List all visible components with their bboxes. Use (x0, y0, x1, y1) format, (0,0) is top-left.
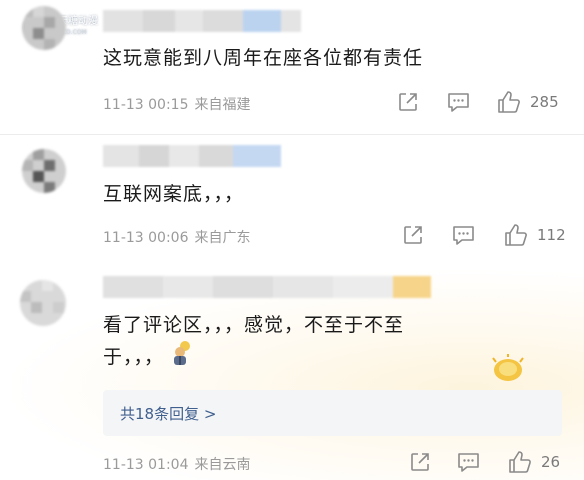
like-count: 26 (541, 453, 561, 471)
comment-location: 来自云南 (194, 457, 251, 473)
avatar[interactable] (20, 280, 66, 326)
username-blurred[interactable] (103, 145, 281, 167)
comment-location: 来自广东 (194, 230, 251, 246)
comment-date: 11-13 00:15 (103, 97, 189, 113)
comment-location: 来自福建 (194, 97, 251, 113)
view-replies-link[interactable]: 共18条回复 > (103, 390, 562, 436)
comment-item: 这玩意能到八周年在座各位都有责任 11-13 00:15 来自福建 285 (0, 0, 584, 135)
comment-text-line: 于，，， (103, 340, 404, 375)
comment-meta: 11-13 00:06 来自广东 (103, 227, 250, 247)
comment-date: 11-13 00:06 (103, 230, 189, 246)
share-icon[interactable] (409, 451, 431, 473)
like-button[interactable]: 26 (507, 449, 560, 475)
comment-icon[interactable] (457, 452, 480, 473)
comment-icon[interactable] (447, 92, 470, 113)
comment-item: 看了评论区，，，感觉，不至于不至 于，，， 共18条回复 > 11-13 01:… (0, 268, 584, 480)
comment-text: 互联网案底，，， (103, 183, 245, 205)
thumbs-up-icon (496, 89, 522, 115)
like-count: 112 (537, 226, 566, 244)
like-button[interactable]: 285 (496, 89, 559, 115)
comment-meta: 11-13 01:04 来自云南 (103, 454, 250, 474)
thumbs-up-icon (503, 222, 529, 248)
avatar[interactable] (22, 149, 66, 193)
emoji-icon (170, 340, 194, 375)
comment-icon[interactable] (452, 225, 475, 246)
like-button[interactable]: 112 (503, 222, 566, 248)
comment-meta: 11-13 00:15 来自福建 (103, 94, 250, 114)
comment-item: 互联网案底，，， 11-13 00:06 来自广东 112 (0, 135, 584, 268)
share-icon[interactable] (402, 224, 424, 246)
thumbs-up-icon (507, 449, 533, 475)
medal-badge-icon (490, 354, 526, 388)
comment-text: 这玩意能到八周年在座各位都有责任 (103, 47, 424, 69)
comment-date: 11-13 01:04 (103, 457, 189, 473)
comment-text-line: 看了评论区，，，感觉，不至于不至 (103, 314, 405, 336)
username-blurred[interactable] (103, 276, 431, 298)
username-blurred[interactable] (103, 10, 301, 32)
avatar[interactable] (22, 6, 66, 50)
share-icon[interactable] (397, 91, 419, 113)
like-count: 285 (530, 93, 559, 111)
comment-text: 看了评论区，，，感觉，不至于不至 于，，， (103, 311, 404, 375)
